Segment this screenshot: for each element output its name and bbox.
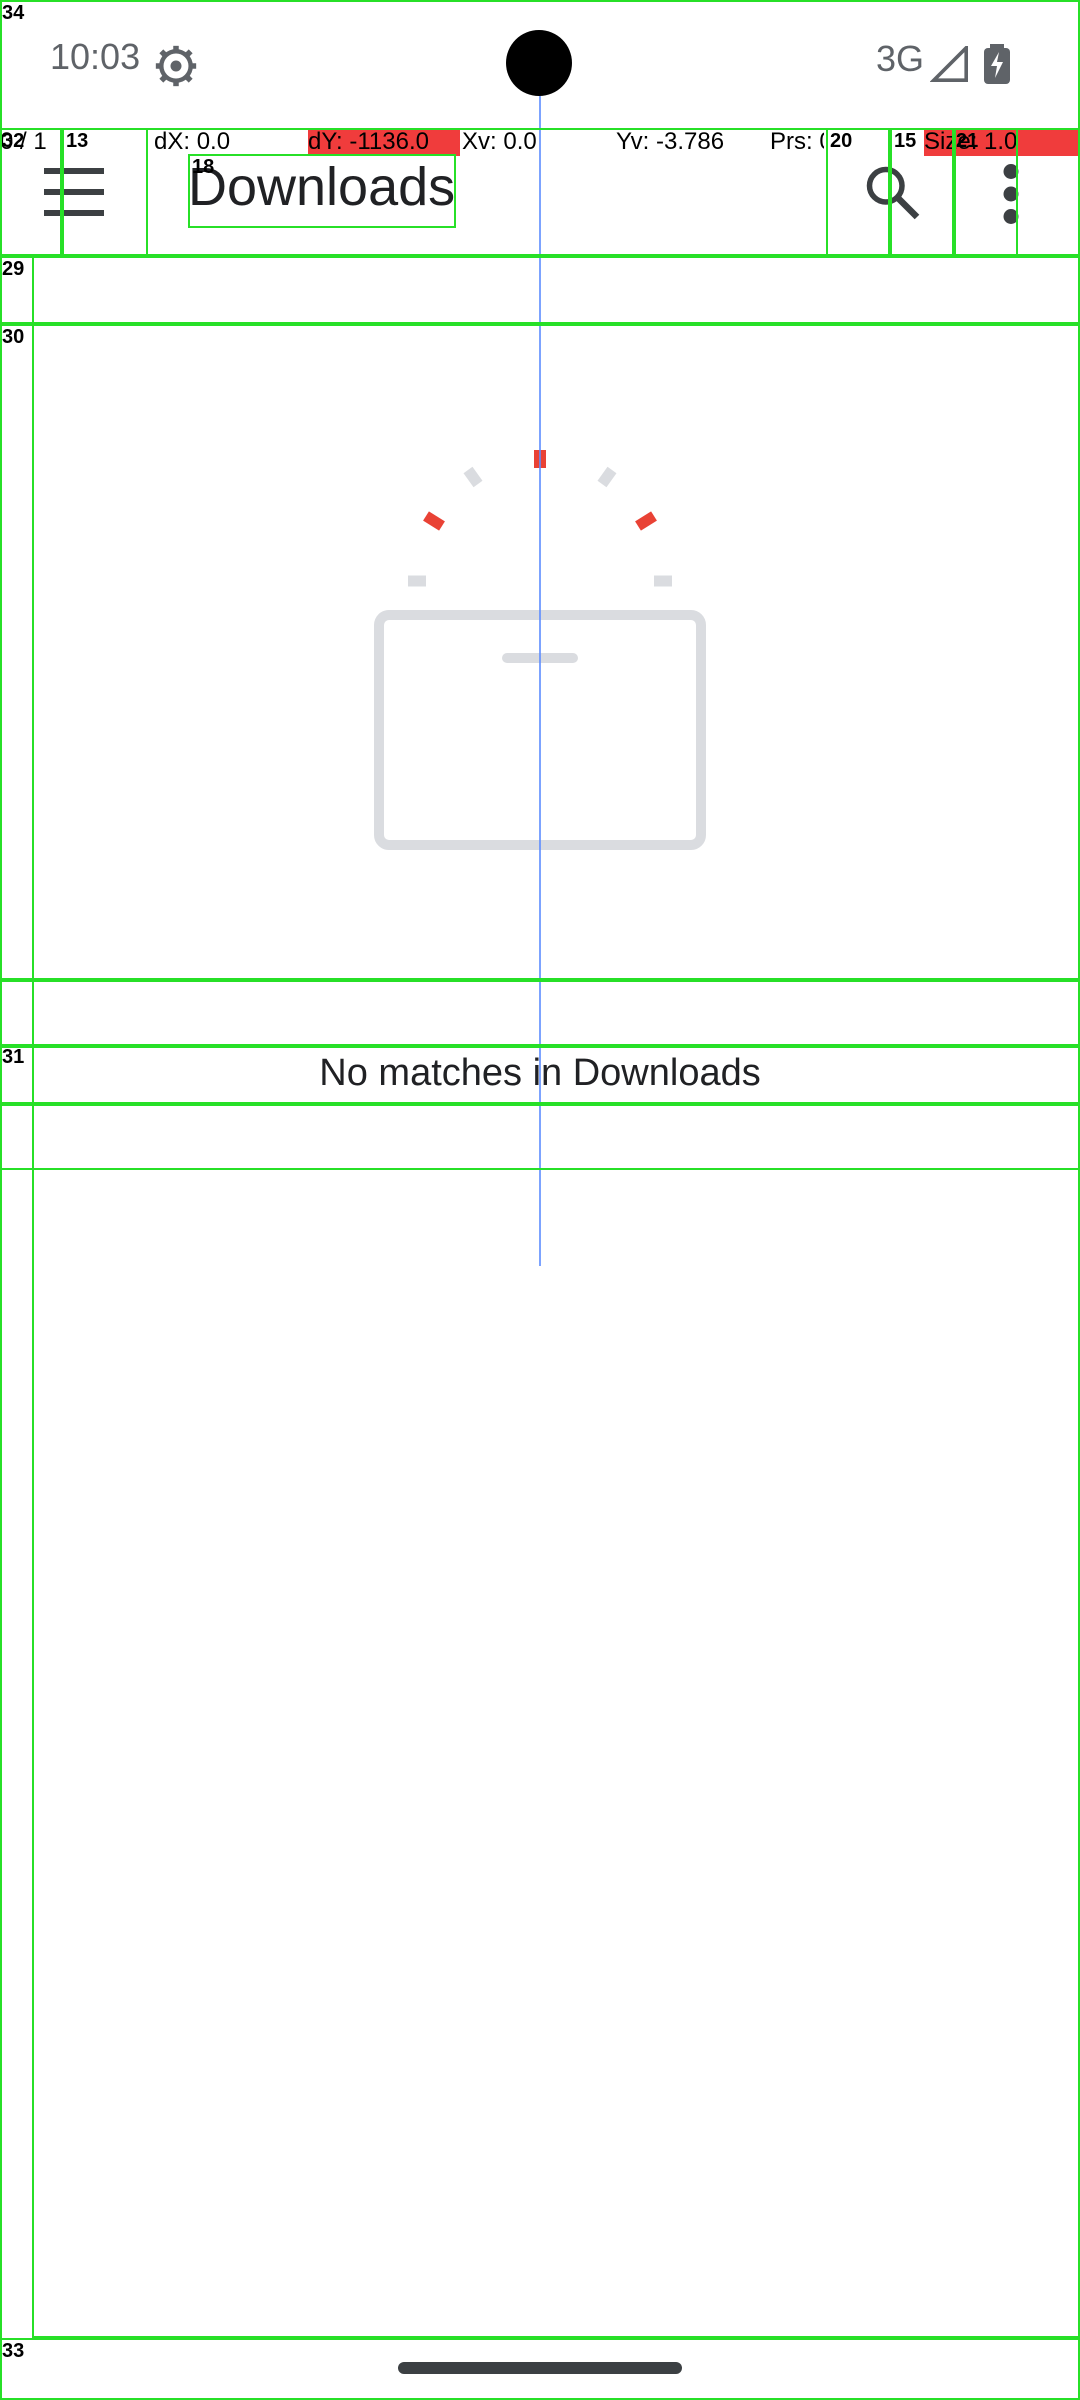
layout-bounds-content [32, 256, 1080, 2338]
bounds-label: 13 [66, 130, 89, 152]
bounds-label: 32 [2, 130, 25, 152]
bounds-label: 30 [2, 326, 25, 348]
bounds-label: 21 [956, 130, 979, 152]
bounds-label: 15 [894, 130, 917, 152]
bounds-label: 31 [2, 1046, 25, 1068]
bounds-label: 33 [2, 2340, 25, 2362]
bounds-label: 18 [192, 156, 215, 178]
bounds-label: 34 [2, 2, 25, 24]
bounds-label: 20 [830, 130, 853, 152]
bounds-label: 29 [2, 258, 25, 280]
layout-bounds-title [188, 154, 456, 228]
layout-bounds-navbar [0, 2338, 1080, 2400]
